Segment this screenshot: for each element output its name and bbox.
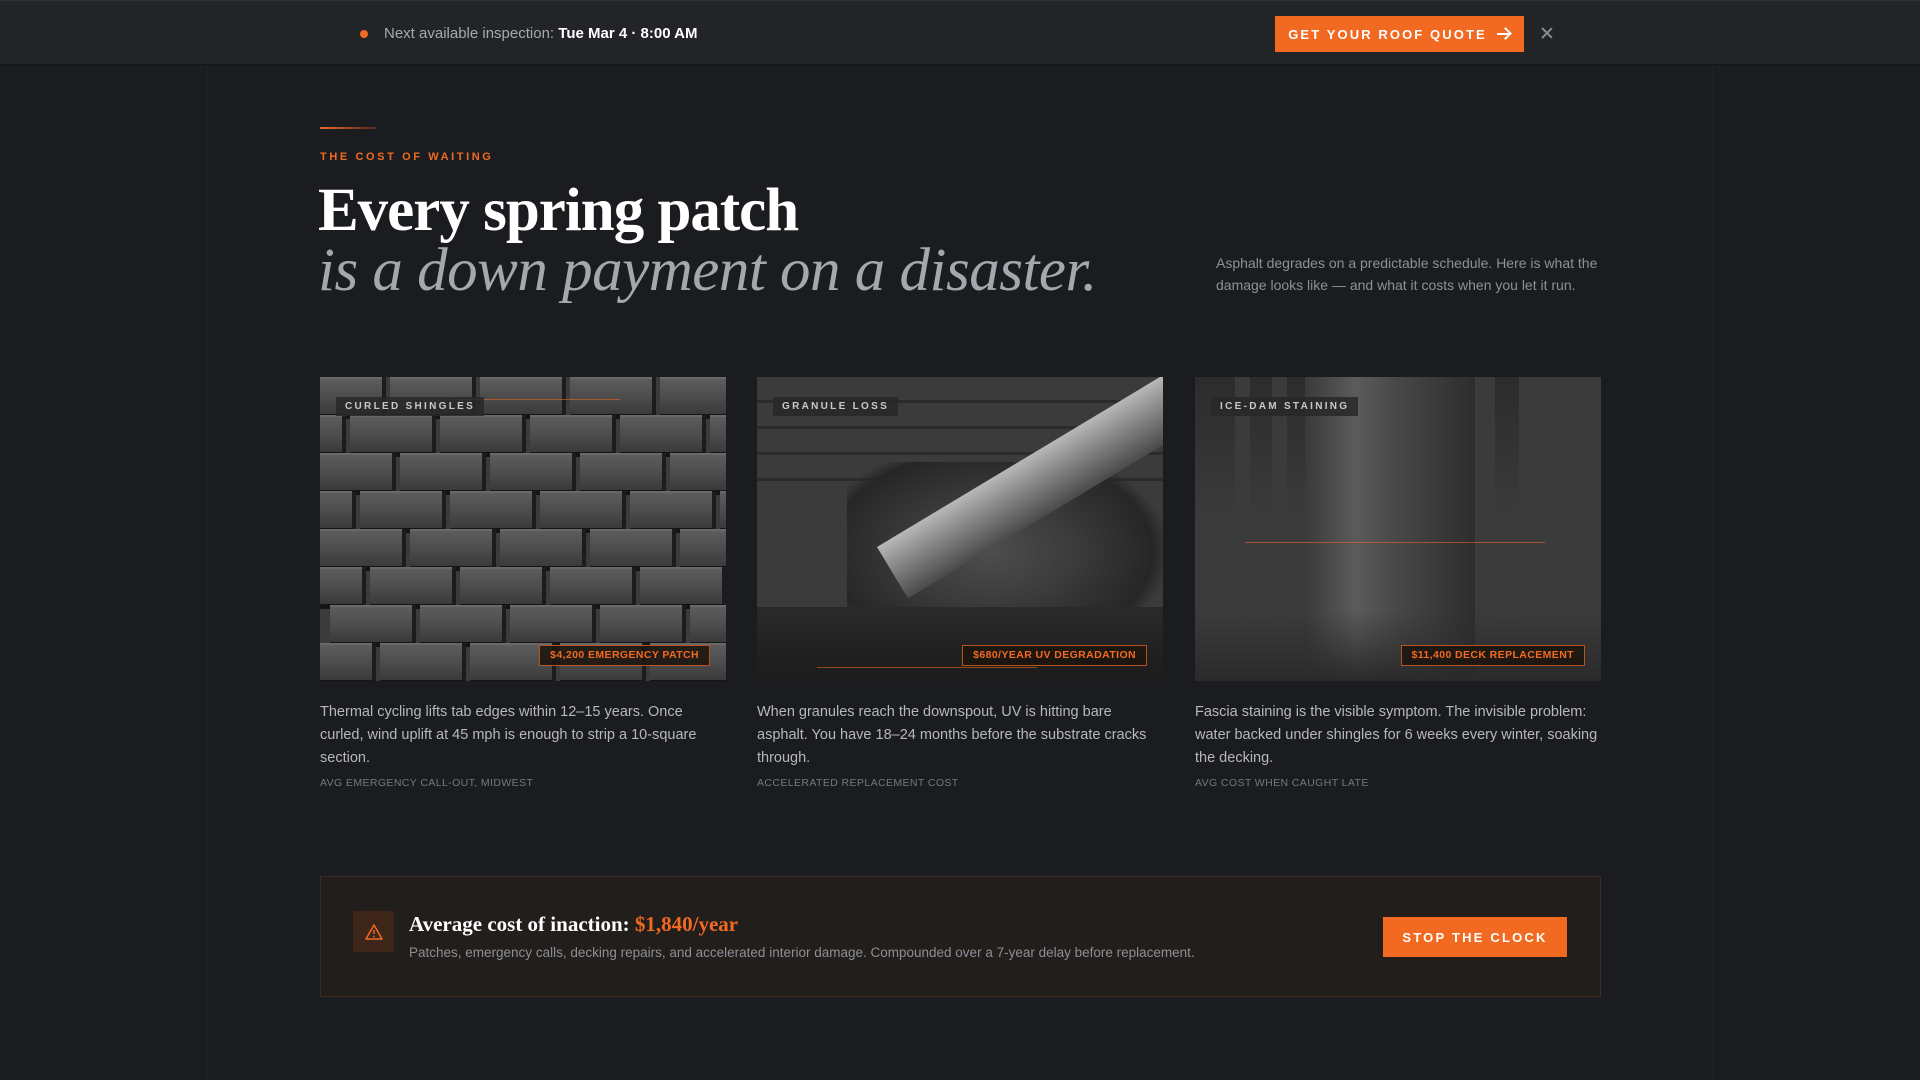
announcement-bar: Next available inspection: Tue Mar 4 · 8… (0, 0, 1920, 65)
inaction-title: Average cost of inaction: $1,840/year (409, 912, 738, 937)
inspection-label: Next available inspection: (384, 25, 555, 42)
section-eyebrow: THE COST OF WAITING (320, 151, 494, 163)
price-badge: $4,200 EMERGENCY PATCH (539, 645, 710, 666)
card-description: Thermal cycling lifts tab edges within 1… (320, 704, 697, 766)
card-description: When granules reach the downspout, UV is… (757, 704, 1147, 766)
cost-of-inaction-panel: Average cost of inaction: $1,840/year Pa… (320, 876, 1601, 997)
tag-curled-shingles: CURLED SHINGLES (336, 397, 485, 416)
tag-granule-loss: GRANULE LOSS (773, 397, 899, 416)
inaction-amount: $1,840/year (634, 912, 739, 936)
stop-the-clock-button[interactable]: STOP THE CLOCK (1383, 917, 1567, 957)
quote-button-label: GET YOUR ROOF QUOTE (1288, 26, 1487, 42)
card-caption: ACCELERATED REPLACEMENT COST (757, 777, 959, 789)
arrow-right-icon (1496, 28, 1511, 40)
price-badge: $11,400 DECK REPLACEMENT (1400, 645, 1585, 666)
damage-card-curled-shingles: CURLED SHINGLES $4,200 EMERGENCY PATCH T… (320, 377, 726, 789)
status-dot-icon (360, 30, 368, 38)
inaction-subtext: Patches, emergency calls, decking repair… (409, 945, 1195, 960)
inaction-title-label: Average cost of inaction: (409, 912, 630, 936)
granule-loss-photo: GRANULE LOSS $680/YEAR UV DEGRADATION (757, 377, 1163, 681)
get-roof-quote-button[interactable]: GET YOUR ROOF QUOTE (1275, 16, 1524, 52)
price-badge: $680/YEAR UV DEGRADATION (962, 645, 1147, 666)
card-description: Fascia staining is the visible symptom. … (1195, 704, 1598, 766)
close-icon[interactable] (1540, 26, 1554, 40)
inspection-date: Tue Mar 4 · 8:00 AM (558, 25, 698, 42)
intro-text: Asphalt degrades on a predictable schedu… (1216, 255, 1598, 293)
damage-card-ice-dam-staining: ICE-DAM STAINING $11,400 DECK REPLACEMEN… (1195, 377, 1601, 789)
card-caption: AVG COST WHEN CAUGHT LATE (1195, 777, 1369, 789)
headline-italic: is a down payment on a disaster. (318, 237, 1097, 304)
damage-card-granule-loss: GRANULE LOSS $680/YEAR UV DEGRADATION Wh… (757, 377, 1163, 789)
eyebrow-rule (320, 127, 376, 129)
inspection-message: Next available inspection: Tue Mar 4 · 8… (384, 25, 697, 42)
warning-triangle-icon (353, 911, 394, 952)
card-caption: AVG EMERGENCY CALL-OUT, MIDWEST (320, 777, 534, 789)
tag-ice-dam-staining: ICE-DAM STAINING (1211, 397, 1359, 416)
ice-dam-staining-photo: ICE-DAM STAINING $11,400 DECK REPLACEMEN… (1195, 377, 1601, 681)
curled-shingles-photo: CURLED SHINGLES $4,200 EMERGENCY PATCH (320, 377, 726, 681)
